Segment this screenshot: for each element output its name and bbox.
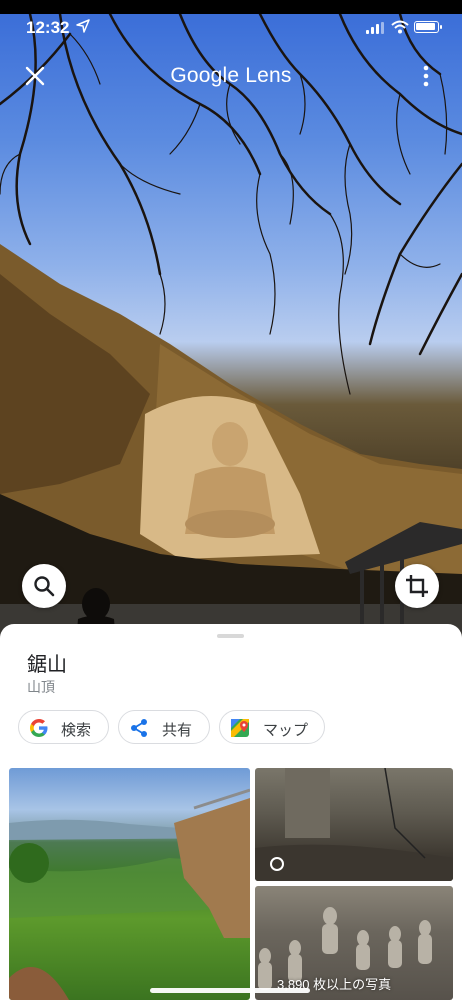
result-image-2[interactable] bbox=[255, 768, 453, 881]
battery-icon bbox=[414, 21, 442, 33]
maps-chip[interactable]: マップ bbox=[219, 710, 325, 744]
share-chip-label: 共有 bbox=[162, 722, 193, 739]
cellular-signal-icon bbox=[366, 22, 384, 34]
top-black-bar bbox=[0, 0, 462, 14]
wifi-icon bbox=[391, 20, 409, 34]
maps-icon bbox=[231, 719, 249, 737]
more-options-icon[interactable] bbox=[418, 63, 434, 89]
location-arrow-icon bbox=[76, 19, 90, 33]
crop-icon bbox=[406, 575, 428, 597]
place-title: 鋸山 bbox=[27, 654, 67, 676]
sheet-drag-handle[interactable] bbox=[217, 634, 244, 638]
share-chip[interactable]: 共有 bbox=[118, 710, 210, 744]
google-g-icon bbox=[30, 719, 48, 737]
home-indicator[interactable] bbox=[150, 988, 310, 993]
place-category: 山頂 bbox=[27, 679, 55, 695]
search-chip[interactable]: 検索 bbox=[18, 710, 109, 744]
results-bottom-sheet[interactable]: 鋸山 山頂 検索 共有 マップ 3,890 枚以上の写真 bbox=[0, 624, 462, 1000]
search-chip-label: 検索 bbox=[61, 722, 92, 739]
status-bar: 12:32 bbox=[0, 14, 462, 42]
search-button[interactable] bbox=[22, 564, 66, 608]
share-icon bbox=[131, 719, 147, 737]
app-title: Google Lens bbox=[170, 64, 292, 87]
crop-button[interactable] bbox=[395, 564, 439, 608]
status-time: 12:32 bbox=[26, 18, 70, 37]
search-icon bbox=[34, 576, 55, 597]
maps-chip-label: マップ bbox=[263, 722, 309, 739]
result-image-1[interactable] bbox=[9, 768, 250, 1000]
lens-photo bbox=[0, 14, 462, 644]
